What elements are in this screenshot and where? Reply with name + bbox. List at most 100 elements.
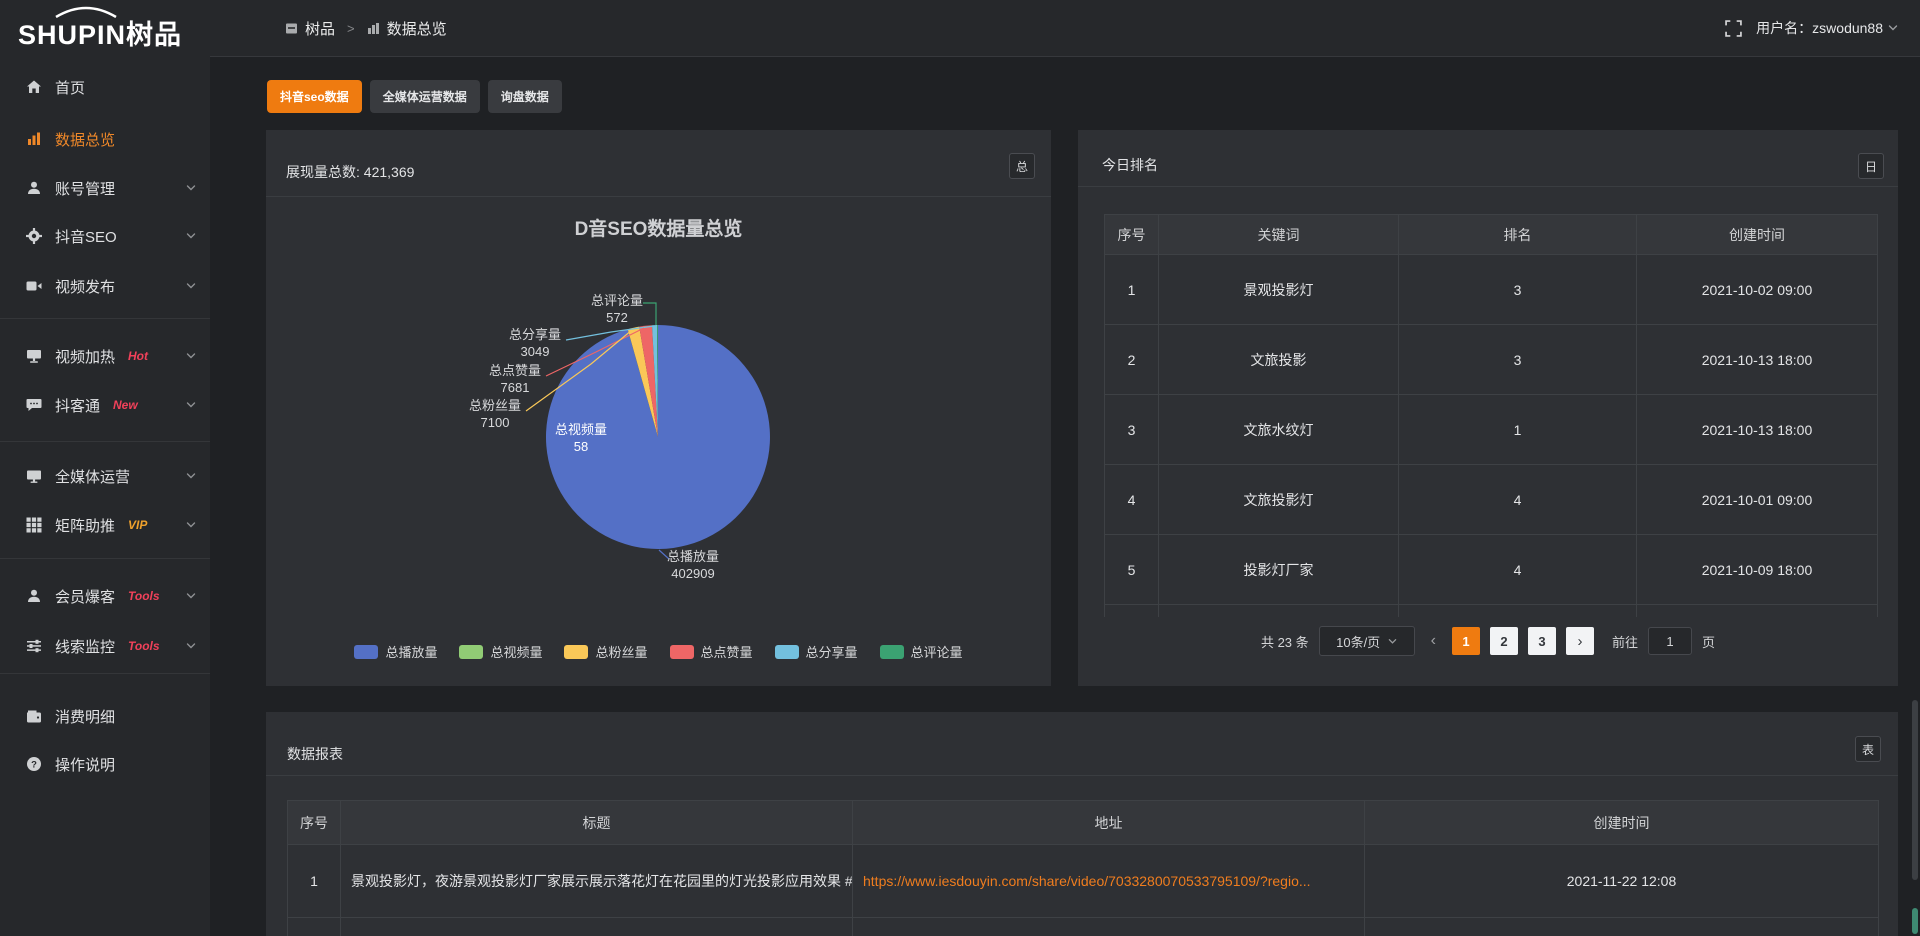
- total-view-button[interactable]: 总: [1009, 153, 1035, 179]
- breadcrumb-current: 数据总览: [387, 18, 447, 39]
- sidebar-item-label: 数据总览: [55, 129, 115, 150]
- pie-label-shares: 总分享量 3049: [490, 326, 580, 360]
- bar-chart-mini-icon: [367, 22, 380, 35]
- sidebar-item-account[interactable]: 账号管理: [0, 176, 210, 200]
- data-tabs: 抖音seo数据 全媒体运营数据 询盘数据: [267, 80, 562, 113]
- question-circle-icon: ?: [25, 756, 42, 773]
- sidebar-item-data-overview[interactable]: 数据总览: [0, 127, 210, 151]
- sidebar-item-video-publish[interactable]: 视频发布: [0, 274, 210, 298]
- legend-item-videos[interactable]: 总视频量: [459, 642, 542, 661]
- legend-item-shares[interactable]: 总分享量: [775, 642, 858, 661]
- page-size-select[interactable]: 10条/页: [1319, 626, 1415, 656]
- sidebar-item-douyin-seo[interactable]: 抖音SEO: [0, 224, 210, 248]
- sidebar-item-consumption[interactable]: 消费明细: [0, 704, 210, 728]
- sidebar-item-label: 消费明细: [55, 706, 115, 727]
- panel-divider: [266, 775, 1898, 776]
- fullscreen-icon[interactable]: [1725, 20, 1742, 37]
- pie-label-comments: 总评论量 572: [572, 292, 662, 326]
- sidebar-item-label: 首页: [55, 77, 85, 98]
- legend-item-comments[interactable]: 总评论量: [880, 642, 963, 661]
- legend-chip: [564, 645, 588, 659]
- vip-badge: VIP: [128, 518, 147, 532]
- legend-chip: [354, 645, 378, 659]
- sidebar-item-douketong[interactable]: 抖客通 New: [0, 393, 210, 417]
- report-panel-title: 数据报表: [287, 744, 343, 764]
- breadcrumb-separator: >: [347, 21, 355, 36]
- tab-douyin-seo-data[interactable]: 抖音seo数据: [267, 80, 362, 113]
- sidebar-item-member-tools[interactable]: 会员爆客 Tools: [0, 584, 210, 608]
- goto-label: 前往: [1612, 632, 1638, 651]
- hot-badge: Hot: [128, 349, 148, 363]
- sidebar-divider: [0, 318, 210, 319]
- sidebar-item-media-ops[interactable]: 全媒体运营: [0, 464, 210, 488]
- sidebar-item-label: 矩阵助推: [55, 515, 115, 536]
- pie-label-likes: 总点赞量 7681: [470, 362, 560, 396]
- sidebar-item-label: 操作说明: [55, 754, 115, 775]
- logo-text: SHUPIN树品: [18, 20, 182, 50]
- pagination-total: 共 23 条: [1261, 632, 1309, 651]
- chevron-down-icon: [186, 183, 196, 193]
- prev-page-button[interactable]: ‹: [1425, 632, 1442, 650]
- sidebar-divider: [0, 673, 210, 674]
- user-icon: [25, 180, 42, 197]
- chevron-down-icon: [186, 231, 196, 241]
- logo-arc: [54, 6, 118, 18]
- sidebar-item-video-heat[interactable]: 视频加热 Hot: [0, 344, 210, 368]
- top-header: SHUPIN树品 树品 > 数据总览 用户名：zswodun88: [0, 0, 1920, 56]
- tab-inquiry-data[interactable]: 询盘数据: [488, 80, 562, 113]
- page-button-2[interactable]: 2: [1490, 627, 1518, 655]
- scrollbar-thumb-bottom[interactable]: [1912, 908, 1918, 934]
- sidebar-item-clue-monitor[interactable]: 线索监控 Tools: [0, 634, 210, 658]
- col-header-no: 序号: [288, 800, 341, 845]
- tools-badge: Tools: [128, 589, 160, 603]
- goto-page-input[interactable]: [1648, 627, 1692, 655]
- page-button-3[interactable]: 3: [1528, 627, 1556, 655]
- sidebar: 首页 数据总览 账号管理 抖音SEO 视频发布 视频加热 Hot: [0, 56, 210, 936]
- next-page-button[interactable]: ›: [1566, 627, 1594, 655]
- home-icon: [25, 79, 42, 96]
- legend-item-plays[interactable]: 总播放量: [354, 642, 437, 661]
- legend-item-likes[interactable]: 总点赞量: [670, 642, 753, 661]
- gear-icon: [25, 228, 42, 245]
- table-view-button[interactable]: 表: [1855, 736, 1881, 762]
- chevron-down-icon: [186, 400, 196, 410]
- sidebar-item-matrix-boost[interactable]: 矩阵助推 VIP: [0, 513, 210, 537]
- col-header-url: 地址: [853, 800, 1365, 845]
- chevron-down-icon: [186, 591, 196, 601]
- breadcrumb-root[interactable]: 树品: [305, 18, 335, 39]
- pie-label-fans: 总粉丝量 7100: [450, 397, 540, 431]
- sidebar-item-label: 视频加热: [55, 346, 115, 367]
- ranking-panel-title: 今日排名: [1102, 155, 1158, 175]
- sidebar-item-label: 线索监控: [55, 636, 115, 657]
- day-view-button[interactable]: 日: [1858, 153, 1884, 179]
- chevron-down-icon: [1388, 637, 1397, 646]
- report-link[interactable]: https://www.iesdouyin.com/share/video/70…: [853, 845, 1365, 918]
- monitor-icon: [25, 468, 42, 485]
- tab-media-ops-data[interactable]: 全媒体运营数据: [370, 80, 480, 113]
- breadcrumb: 树品 > 数据总览: [285, 0, 447, 56]
- chevron-down-icon: [186, 520, 196, 530]
- app-logo: SHUPIN树品: [18, 13, 182, 52]
- col-header-keyword: 关键词: [1159, 214, 1399, 255]
- page-button-1[interactable]: 1: [1452, 627, 1480, 655]
- col-header-title: 标题: [341, 800, 853, 845]
- table-row: 1 景观投影灯 3 2021-10-02 09:00: [1104, 255, 1878, 325]
- user-menu[interactable]: 用户名：zswodun88: [1756, 18, 1898, 38]
- chevron-down-icon: [186, 471, 196, 481]
- wallet-icon: [25, 708, 42, 725]
- panel-divider: [1078, 186, 1898, 187]
- person-icon: [25, 588, 42, 605]
- sidebar-item-home[interactable]: 首页: [0, 75, 210, 99]
- grid-icon: [25, 517, 42, 534]
- legend-chip: [670, 645, 694, 659]
- col-header-rank: 排名: [1399, 214, 1637, 255]
- scrollbar-thumb[interactable]: [1912, 700, 1918, 880]
- seo-data-panel: 展现量总数: 421,369 总 D音SEO数据量总览 总评论量 572 总分享…: [266, 130, 1051, 686]
- impressions-total-label: 展现量总数: 421,369: [286, 162, 414, 182]
- header-right: 用户名：zswodun88: [1725, 0, 1898, 56]
- sidebar-item-instructions[interactable]: ? 操作说明: [0, 752, 210, 776]
- col-header-created: 创建时间: [1637, 214, 1878, 255]
- svg-text:?: ?: [31, 759, 37, 770]
- legend-item-fans[interactable]: 总粉丝量: [564, 642, 647, 661]
- screen-icon: [25, 348, 42, 365]
